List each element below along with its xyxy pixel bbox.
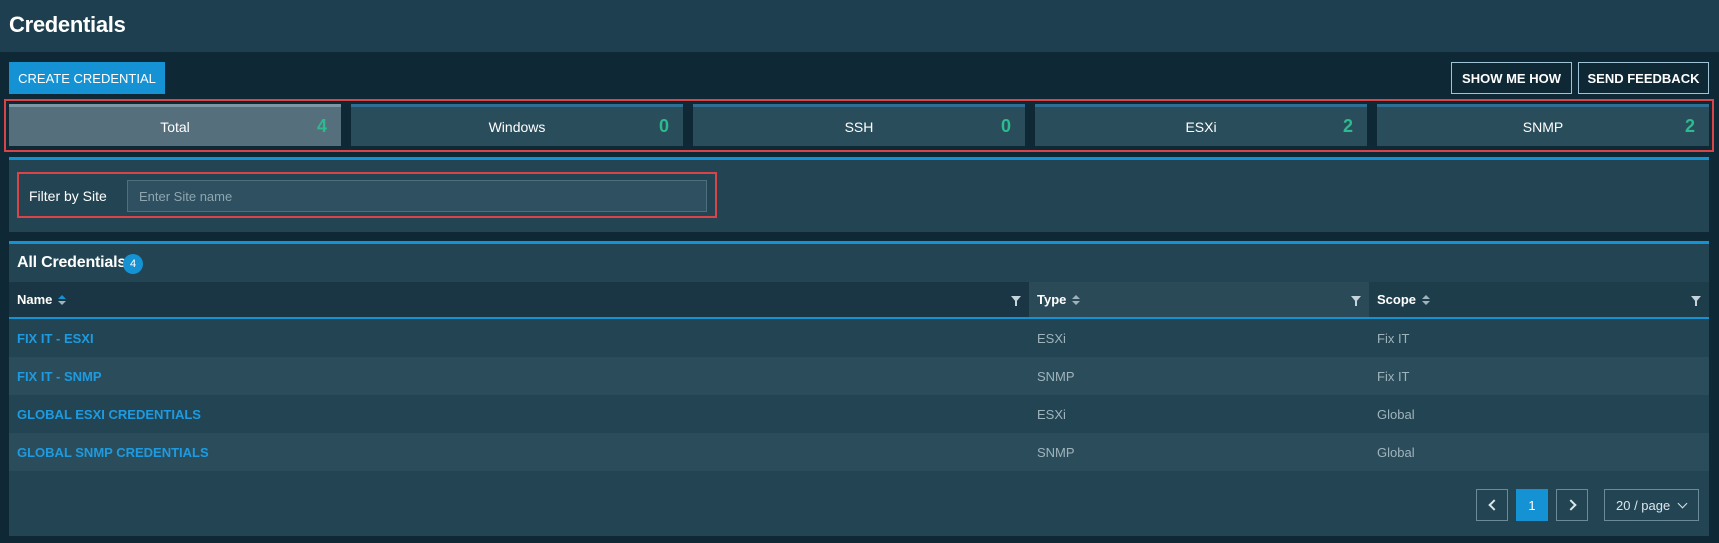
create-credential-button[interactable]: CREATE CREDENTIAL xyxy=(9,62,165,94)
credential-name-link[interactable]: FIX IT - ESXI xyxy=(17,319,94,357)
table-row[interactable]: FIX IT - ESXI ESXi Fix IT xyxy=(9,319,1709,357)
credential-name-link[interactable]: FIX IT - SNMP xyxy=(17,357,102,395)
stat-card-windows[interactable]: Windows 0 xyxy=(351,104,683,146)
credential-scope: Fix IT xyxy=(1377,368,1410,384)
sort-icon[interactable] xyxy=(1422,294,1431,305)
credential-scope: Global xyxy=(1377,406,1415,422)
send-feedback-button[interactable]: SEND FEEDBACK xyxy=(1578,62,1709,94)
stat-label: SNMP xyxy=(1522,118,1564,135)
filter-by-site-label: Filter by Site xyxy=(29,188,107,204)
stat-card-snmp[interactable]: SNMP 2 xyxy=(1377,104,1709,146)
column-label: Type xyxy=(1037,292,1067,307)
site-filter-input[interactable] xyxy=(127,180,707,212)
table-row[interactable]: GLOBAL ESXI CREDENTIALS ESXi Global xyxy=(9,395,1709,433)
credential-type: SNMP xyxy=(1037,368,1075,384)
credential-type: ESXi xyxy=(1037,406,1066,422)
page-size-select[interactable]: 20 / page xyxy=(1604,489,1699,521)
stat-count: 2 xyxy=(1342,116,1353,136)
stat-label: ESXi xyxy=(1185,118,1217,135)
stat-count: 0 xyxy=(1000,116,1011,136)
filter-icon[interactable] xyxy=(1011,296,1021,306)
column-header-type[interactable]: Type xyxy=(1029,282,1369,319)
column-header-scope[interactable]: Scope xyxy=(1369,282,1709,319)
current-page-button[interactable]: 1 xyxy=(1516,489,1548,521)
page-title: Credentials xyxy=(9,12,126,37)
credential-name-link[interactable]: GLOBAL SNMP CREDENTIALS xyxy=(17,433,209,471)
sort-icon[interactable] xyxy=(1072,294,1081,305)
stat-label: Windows xyxy=(488,118,546,135)
table-row[interactable]: FIX IT - SNMP SNMP Fix IT xyxy=(9,357,1709,395)
stat-count: 4 xyxy=(316,116,327,136)
credential-name-link[interactable]: GLOBAL ESXI CREDENTIALS xyxy=(17,395,201,433)
filter-icon[interactable] xyxy=(1351,296,1361,306)
credential-scope: Fix IT xyxy=(1377,330,1410,346)
stat-label: Total xyxy=(160,118,190,135)
credential-scope: Global xyxy=(1377,444,1415,460)
list-title: All Credentials xyxy=(17,254,127,271)
chevron-right-icon xyxy=(1564,499,1577,511)
stat-card-esxi[interactable]: ESXi 2 xyxy=(1035,104,1367,146)
stat-card-total[interactable]: Total 4 xyxy=(9,104,341,146)
stat-label: SSH xyxy=(844,118,874,135)
chevron-down-icon xyxy=(1677,498,1688,509)
next-page-button[interactable] xyxy=(1556,489,1588,521)
chevron-left-icon xyxy=(1487,499,1500,511)
column-header-name[interactable]: Name xyxy=(9,282,1029,319)
column-label: Scope xyxy=(1377,292,1417,307)
page-header: Credentials xyxy=(0,0,1719,52)
table-row[interactable]: GLOBAL SNMP CREDENTIALS SNMP Global xyxy=(9,433,1709,471)
page-size-value: 20 / page xyxy=(1616,497,1671,513)
filter-icon[interactable] xyxy=(1691,296,1701,306)
show-me-how-button[interactable]: SHOW ME HOW xyxy=(1451,62,1572,94)
stat-count: 0 xyxy=(658,116,669,136)
stat-count: 2 xyxy=(1684,116,1695,136)
stat-card-ssh[interactable]: SSH 0 xyxy=(693,104,1025,146)
column-label: Name xyxy=(17,292,53,307)
credential-type: SNMP xyxy=(1037,444,1075,460)
previous-page-button[interactable] xyxy=(1476,489,1508,521)
sort-icon[interactable] xyxy=(58,294,67,305)
credential-type: ESXi xyxy=(1037,330,1066,346)
count-badge: 4 xyxy=(123,254,143,274)
